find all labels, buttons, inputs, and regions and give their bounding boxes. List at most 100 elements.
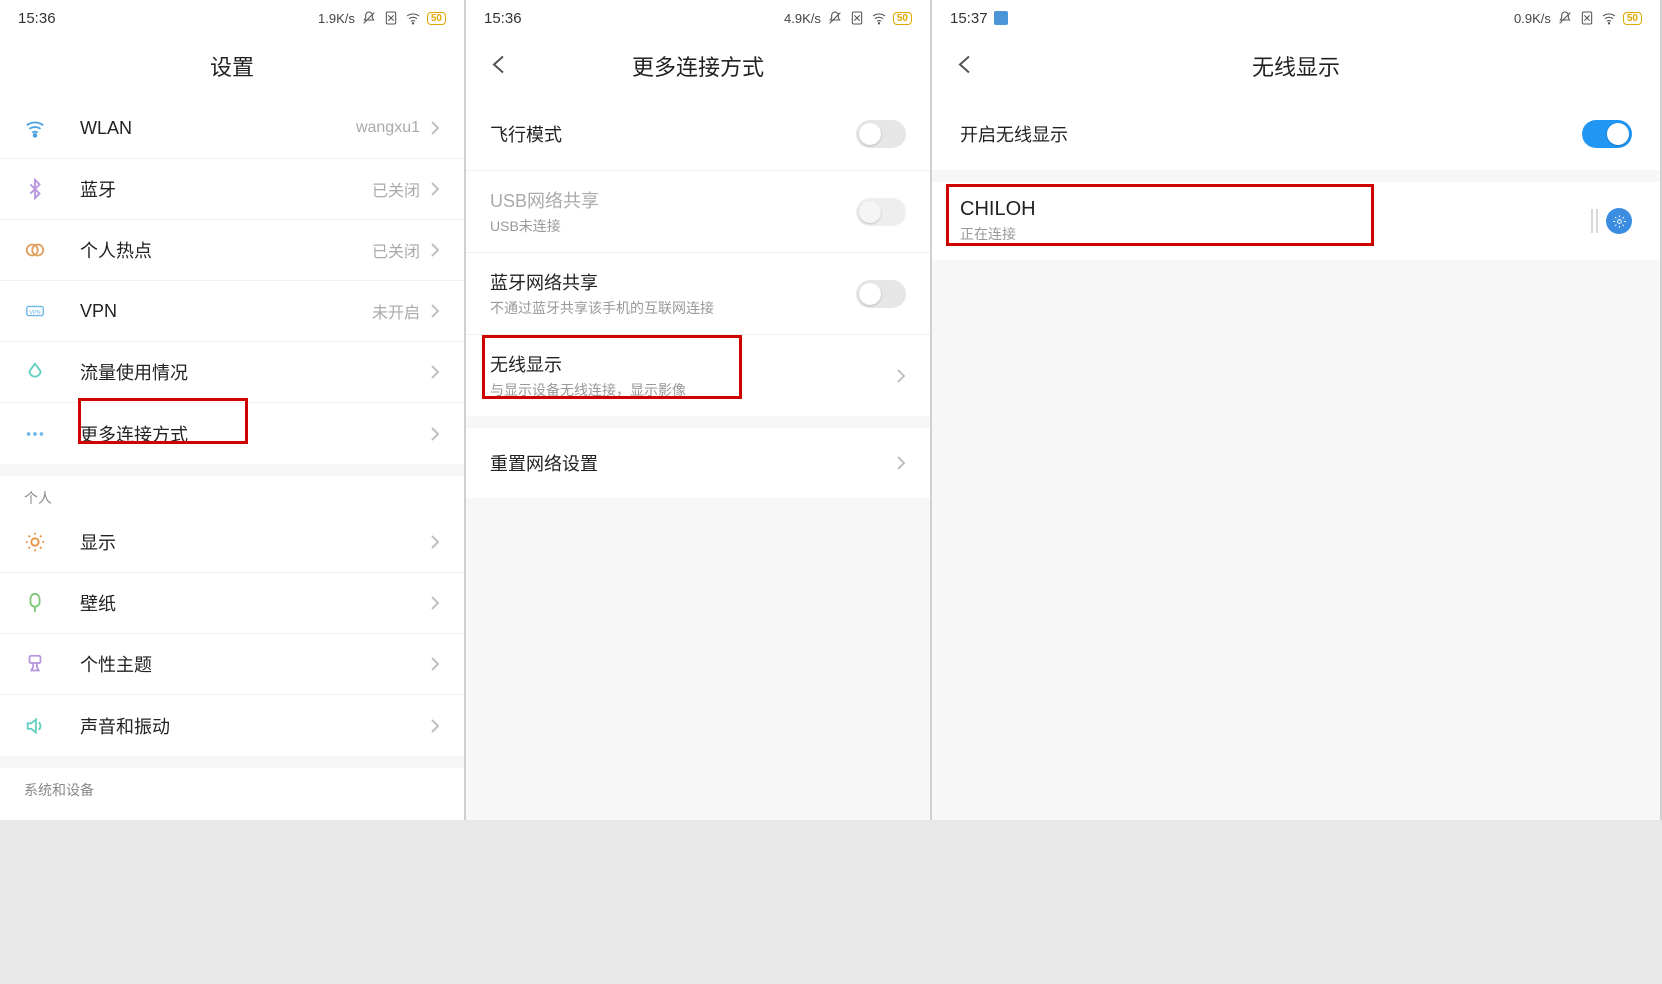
battery-badge: 50 <box>1623 12 1642 25</box>
mute-icon <box>827 10 843 26</box>
wireless-label: 无线显示 <box>490 351 896 377</box>
chevron-right-icon <box>430 364 440 380</box>
airplane-toggle[interactable] <box>856 120 906 148</box>
wireless-display-screen: 15:37 0.9K/s 50 无线显示 开启无线显示 CHILOH 正在连接 <box>932 0 1662 820</box>
chevron-right-icon <box>430 303 440 319</box>
row-reset[interactable]: 重置网络设置 <box>466 428 930 498</box>
status-icons: 0.9K/s 50 <box>1514 10 1642 26</box>
row-vpn[interactable]: VPN VPN 未开启 <box>0 281 464 342</box>
device-name: CHILOH <box>960 198 1591 221</box>
battery-badge: 50 <box>893 12 912 25</box>
status-time: 15:36 <box>484 10 522 27</box>
wlan-value: wangxu1 <box>356 119 420 137</box>
chevron-right-icon <box>430 656 440 672</box>
svg-text:VPN: VPN <box>29 310 40 316</box>
bt-tether-label: 蓝牙网络共享 <box>490 269 856 295</box>
status-bar: 15:36 4.9K/s 50 <box>466 0 930 36</box>
section-divider <box>0 464 464 476</box>
title-bar: 更多连接方式 <box>466 36 930 98</box>
section-divider <box>466 416 930 428</box>
vpn-value: 未开启 <box>372 299 420 323</box>
brush-icon <box>24 653 46 675</box>
bt-tether-sub: 不通过蓝牙共享该手机的互联网连接 <box>490 298 856 318</box>
back-button[interactable] <box>490 55 508 80</box>
chevron-right-icon <box>896 455 906 471</box>
device-settings-button[interactable] <box>1606 208 1632 234</box>
mute-icon <box>1557 10 1573 26</box>
net-speed: 0.9K/s <box>1514 11 1551 26</box>
battery-badge: 50 <box>427 12 446 25</box>
section-system: 系统和设备 <box>0 768 464 804</box>
bluetooth-value: 已关闭 <box>372 177 420 201</box>
status-bar: 15:36 1.9K/s 50 <box>0 0 464 36</box>
bt-tether-toggle[interactable] <box>856 280 906 308</box>
vpn-icon: VPN <box>24 300 46 322</box>
enable-label: 开启无线显示 <box>960 121 1582 147</box>
bluetooth-label: 蓝牙 <box>80 176 372 202</box>
status-time: 15:37 <box>950 10 988 27</box>
page-title: 更多连接方式 <box>632 50 764 82</box>
sim-disabled-icon <box>849 10 865 26</box>
hotspot-label: 个人热点 <box>80 237 372 263</box>
section-divider <box>0 756 464 768</box>
chevron-right-icon <box>430 426 440 442</box>
row-wallpaper[interactable]: 壁纸 <box>0 573 464 634</box>
status-icons: 4.9K/s 50 <box>784 10 912 26</box>
status-icons: 1.9K/s 50 <box>318 10 446 26</box>
more-label: 更多连接方式 <box>80 421 430 447</box>
chevron-right-icon <box>430 595 440 611</box>
row-wireless-display[interactable]: 无线显示 与显示设备无线连接，显示影像 <box>466 335 930 416</box>
row-usb-tether: USB网络共享 USB未连接 <box>466 171 930 253</box>
row-sound[interactable]: 声音和振动 <box>0 695 464 756</box>
hotspot-icon <box>24 239 46 261</box>
vpn-label: VPN <box>80 301 372 322</box>
display-label: 显示 <box>80 529 430 555</box>
row-data-usage[interactable]: 流量使用情况 <box>0 342 464 403</box>
wireless-sub: 与显示设备无线连接，显示影像 <box>490 380 896 400</box>
status-app-badge <box>994 11 1008 25</box>
wlan-label: WLAN <box>80 118 356 139</box>
wireless-display-list[interactable]: 开启无线显示 CHILOH 正在连接 <box>932 98 1660 820</box>
tulip-icon <box>24 592 46 614</box>
bluetooth-icon <box>24 178 46 200</box>
wifi-icon <box>24 117 46 139</box>
row-hotspot[interactable]: 个人热点 已关闭 <box>0 220 464 281</box>
usb-label: USB网络共享 <box>490 187 856 213</box>
sim-disabled-icon <box>1579 10 1595 26</box>
more-connections-list[interactable]: 飞行模式 USB网络共享 USB未连接 蓝牙网络共享 不通过蓝牙共享该手机的互联… <box>466 98 930 820</box>
row-theme[interactable]: 个性主题 <box>0 634 464 695</box>
chevron-left-icon <box>956 55 974 75</box>
row-airplane[interactable]: 飞行模式 <box>466 98 930 171</box>
row-wlan[interactable]: WLAN wangxu1 <box>0 98 464 159</box>
chevron-right-icon <box>430 242 440 258</box>
row-display[interactable]: 显示 <box>0 512 464 573</box>
status-bar: 15:37 0.9K/s 50 <box>932 0 1660 36</box>
title-bar: 无线显示 <box>932 36 1660 98</box>
more-connections-screen: 15:36 4.9K/s 50 更多连接方式 飞行模式 USB网络共享 USB未… <box>466 0 932 820</box>
row-device-chiloh[interactable]: CHILOH 正在连接 <box>932 182 1660 260</box>
droplet-icon <box>24 361 46 383</box>
page-title: 无线显示 <box>1252 50 1340 82</box>
device-status: 正在连接 <box>960 224 1591 244</box>
settings-list[interactable]: WLAN wangxu1 蓝牙 已关闭 个人热点 已关闭 VPN VPN 未开启… <box>0 98 464 820</box>
theme-label: 个性主题 <box>80 651 430 677</box>
status-time: 15:36 <box>18 10 56 27</box>
row-bluetooth[interactable]: 蓝牙 已关闭 <box>0 159 464 220</box>
section-personal: 个人 <box>0 476 464 512</box>
usb-sub: USB未连接 <box>490 216 856 236</box>
row-enable-wireless[interactable]: 开启无线显示 <box>932 98 1660 170</box>
mute-icon <box>361 10 377 26</box>
wifi-icon <box>1601 10 1617 26</box>
sound-label: 声音和振动 <box>80 713 430 739</box>
wifi-icon <box>405 10 421 26</box>
sun-icon <box>24 531 46 553</box>
row-more-connections[interactable]: 更多连接方式 <box>0 403 464 464</box>
enable-toggle[interactable] <box>1582 120 1632 148</box>
back-button[interactable] <box>956 55 974 80</box>
speaker-icon <box>24 715 46 737</box>
chevron-right-icon <box>430 181 440 197</box>
row-lock[interactable]: 锁屏、密码和指纹 <box>0 804 464 820</box>
wifi-icon <box>871 10 887 26</box>
chevron-left-icon <box>490 55 508 75</box>
row-bt-tether[interactable]: 蓝牙网络共享 不通过蓝牙共享该手机的互联网连接 <box>466 253 930 335</box>
